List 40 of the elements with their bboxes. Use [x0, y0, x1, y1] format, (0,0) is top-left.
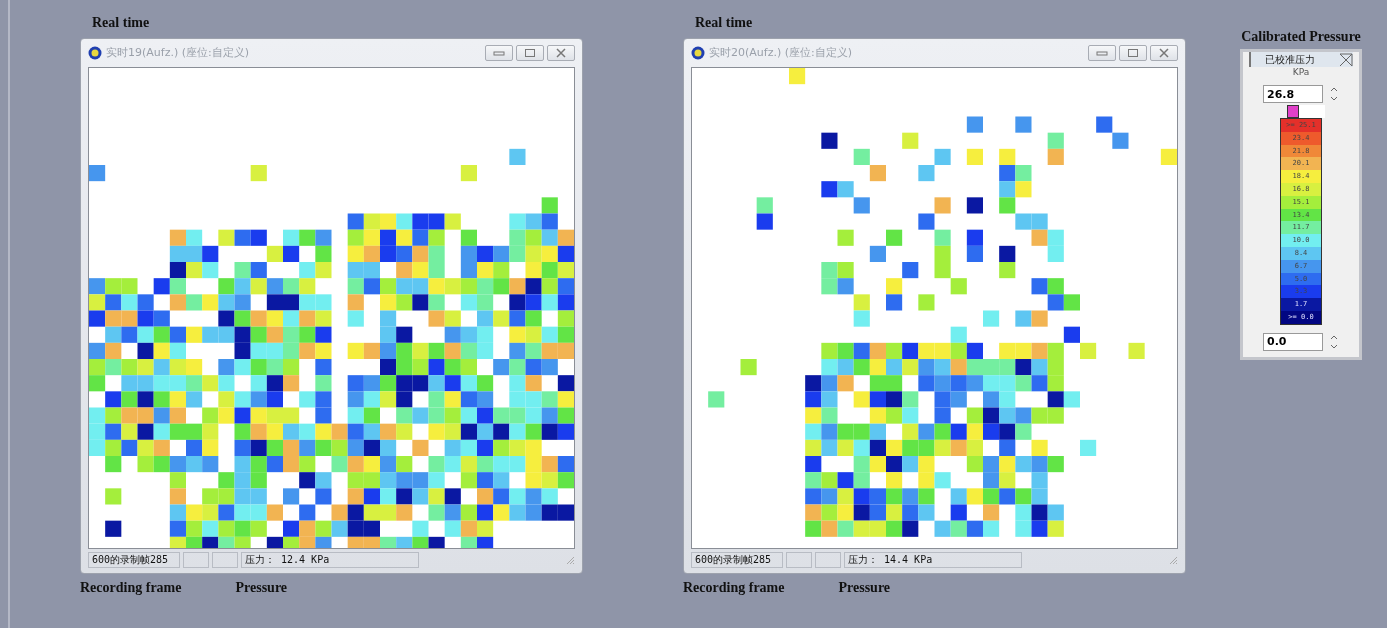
unit-label: KPa: [1292, 67, 1310, 77]
max-field[interactable]: 26.8: [1263, 85, 1323, 103]
maximize-button[interactable]: [516, 44, 544, 61]
maximize-icon: [1127, 47, 1139, 58]
caption: Pressure: [235, 580, 288, 596]
pressure-status: 压力： 12.4 KPa: [241, 552, 419, 569]
maximize-icon: [524, 47, 536, 58]
frame-status: 600的录制帧285: [88, 552, 180, 569]
app-icon: [88, 45, 102, 60]
frame-status: 600的录制帧285: [691, 552, 783, 569]
blank-swatch: [1299, 105, 1325, 118]
min-field[interactable]: 0.0: [1263, 332, 1323, 351]
resize-grip-icon: [565, 555, 575, 566]
caption: Pressure: [838, 580, 891, 596]
window-title: 实时20(Aufz.) (座位:自定义): [709, 45, 852, 61]
close-icon: [555, 47, 567, 58]
status-field: [212, 552, 238, 569]
close-button[interactable]: [547, 44, 575, 61]
app-icon: [691, 45, 705, 60]
minimize-button[interactable]: [485, 44, 513, 61]
pressure-status: 压力： 14.4 KPa: [844, 552, 1022, 569]
status-field: [786, 552, 812, 569]
caption: Recording frame: [683, 580, 785, 596]
maximize-button[interactable]: [1119, 44, 1147, 61]
minimize-icon: [493, 48, 505, 57]
status-field: [183, 552, 209, 569]
caption: Real time: [92, 14, 151, 32]
caption: Recording frame: [80, 580, 182, 596]
close-icon: [1158, 47, 1170, 58]
window-title: 实时19(Aufz.) (座位:自定义): [106, 45, 249, 61]
status-field: [815, 552, 841, 569]
caption: Calibrated Pressure: [1241, 29, 1361, 45]
close-button[interactable]: [1150, 44, 1178, 61]
minimize-button[interactable]: [1088, 44, 1116, 61]
legend-title: 已校准压力: [1265, 52, 1315, 67]
resize-grip-icon: [1168, 555, 1178, 566]
minimize-icon: [1096, 48, 1108, 57]
spinner-icon[interactable]: [1329, 85, 1339, 103]
close-icon: [1339, 52, 1353, 67]
caption: Real time: [695, 14, 754, 32]
